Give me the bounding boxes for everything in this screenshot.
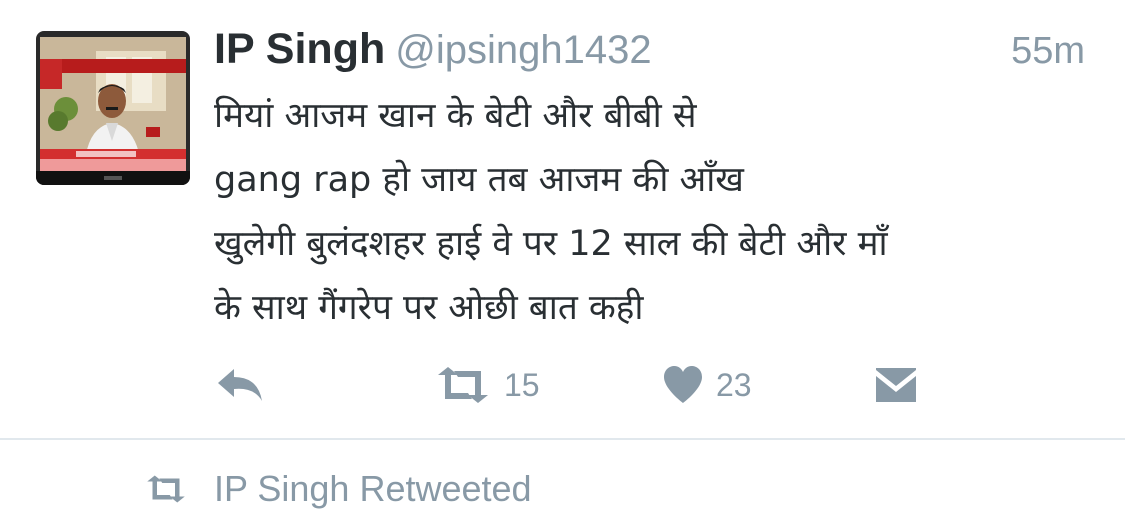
tweet-text: मियां आजम खान के बेटी और बीबी से gang ra… [214, 84, 1094, 340]
tweet-divider [0, 438, 1125, 440]
envelope-icon [876, 368, 916, 402]
user-handle[interactable]: @ipsingh1432 [395, 28, 651, 72]
reply-icon [218, 369, 262, 401]
tweet-text-line: मियां आजम खान के बेटी और बीबी से [214, 96, 697, 136]
direct-message-button[interactable] [874, 360, 918, 410]
tweet-header: IP Singh @ipsingh1432 [214, 25, 652, 74]
tweet-text-line: के साथ गैंगरेप पर ओछी बात कही [214, 288, 644, 328]
avatar-image [36, 31, 190, 185]
like-count: 23 [716, 366, 752, 403]
retweet-icon [438, 367, 488, 403]
tweet-actions: 15 23 [0, 360, 1125, 410]
display-name[interactable]: IP Singh [214, 25, 385, 73]
retweet-count: 15 [504, 366, 540, 403]
retweeted-label: IP Singh Retweeted [214, 468, 532, 509]
retweet-button[interactable]: 15 [434, 360, 540, 410]
avatar[interactable] [36, 31, 190, 185]
tweet-text-line: gang rap हो जाय तब आजम की आँख [214, 160, 744, 200]
retweeted-context[interactable]: IP Singh Retweeted [144, 468, 532, 510]
reply-button[interactable] [214, 360, 266, 410]
retweet-icon [147, 475, 185, 503]
tweet-card[interactable]: IP Singh @ipsingh1432 55m मियां आजम खान क… [0, 0, 1125, 438]
tweet-timestamp[interactable]: 55m [1011, 30, 1085, 73]
tweet-text-line: खुलेगी बुलंदशहर हाई वे पर 12 साल की बेटी… [214, 224, 888, 264]
heart-icon [664, 366, 702, 403]
like-button[interactable]: 23 [662, 360, 752, 410]
